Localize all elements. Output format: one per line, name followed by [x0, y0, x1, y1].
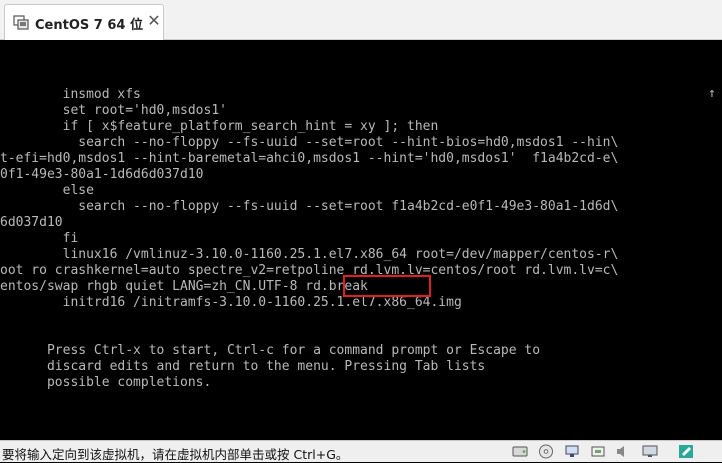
tab-bar: CentOS 7 64 位 ✕	[0, 0, 722, 40]
rd-break-highlight	[343, 275, 431, 297]
console-line: 6d037d10	[0, 215, 63, 230]
console-line: insmod xfs	[0, 87, 141, 102]
hard-disk-icon[interactable]	[512, 444, 528, 459]
tab-centos-vm[interactable]: CentOS 7 64 位 ✕	[4, 4, 164, 40]
tab-title: CentOS 7 64 位	[35, 18, 143, 33]
console-line: set root='hd0,msdos1'	[0, 103, 227, 118]
console-line: oot ro crashkernel=auto spectre_v2=retpo…	[0, 263, 619, 278]
console-line: initrd16 /initramfs-3.10.0-1160.25.1.el7…	[0, 295, 462, 310]
message-log-icon[interactable]	[678, 444, 694, 459]
virtual-machine-icon	[13, 15, 29, 30]
console-line: fi	[0, 231, 79, 246]
close-icon[interactable]: ✕	[145, 11, 163, 31]
console-line: Press Ctrl-x to start, Ctrl-c for a comm…	[0, 343, 541, 358]
status-bar: 要将输入定向到该虚拟机，请在虚拟机内部单击或按 Ctrl+G。	[0, 440, 722, 462]
console-line: else	[0, 183, 94, 198]
scroll-up-indicator: ↑	[708, 86, 716, 101]
vm-console[interactable]: ↑ insmod xfs set root='hd0,msdos1' if [ …	[0, 40, 722, 440]
console-line: search --no-floppy --fs-uuid --set=root …	[0, 199, 619, 214]
console-line: possible completions.	[0, 375, 212, 390]
cd-dvd-icon[interactable]	[538, 444, 554, 459]
usb-device-icon[interactable]	[590, 444, 606, 459]
console-line: if [ x$feature_platform_search_hint = xy…	[0, 119, 439, 134]
console-line: search --no-floppy --fs-uuid --set=root …	[0, 135, 619, 150]
console-line: discard edits and return to the menu. Pr…	[0, 359, 486, 374]
console-line: entos/swap rhgb quiet LANG=zh_CN.UTF-8 r…	[0, 279, 368, 294]
console-line: t-efi=hd0,msdos1 --hint-baremetal=ahci0,…	[0, 151, 619, 166]
status-message: 要将输入定向到该虚拟机，请在虚拟机内部单击或按 Ctrl+G。	[2, 447, 349, 462]
console-line: linux16 /vmlinuz-3.10.0-1160.25.1.el7.x8…	[0, 247, 619, 262]
sound-card-icon[interactable]	[614, 444, 630, 459]
display-icon[interactable]	[642, 444, 658, 459]
console-line: 0f1-49e3-80a1-1d6d6d037d10	[0, 167, 204, 182]
network-adapter-icon[interactable]	[564, 444, 580, 459]
